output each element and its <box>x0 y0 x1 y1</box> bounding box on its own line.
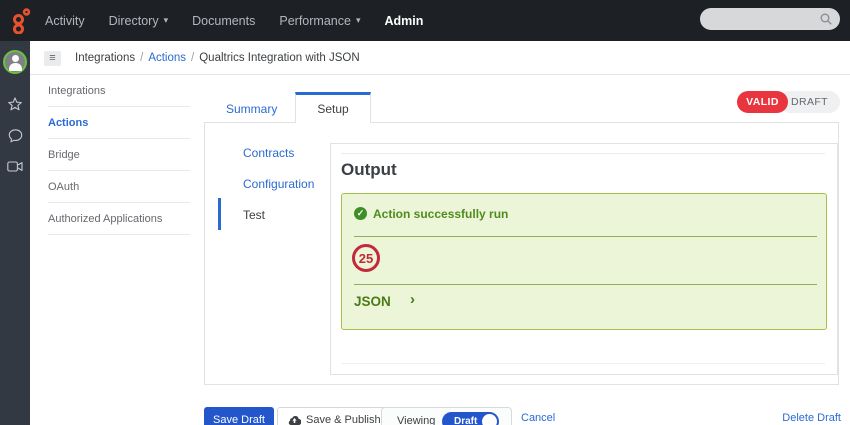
nav-menu: Activity Directory ▾ Documents Performanc… <box>45 0 423 41</box>
left-icon-rail <box>0 41 30 425</box>
result-count-badge: 25 <box>352 244 380 272</box>
search-box[interactable] <box>700 8 840 30</box>
caret-down-icon: ▾ <box>164 16 169 25</box>
save-publish-button[interactable]: Save & Publish <box>277 407 392 425</box>
delete-draft-link[interactable]: Delete Draft <box>782 412 841 424</box>
chevron-right-icon[interactable]: › <box>410 291 415 308</box>
chat-icon[interactable] <box>8 128 23 143</box>
toggle-knob[interactable] <box>482 414 497 425</box>
toggle-state-label: Draft <box>454 416 477 425</box>
setup-tab-configuration[interactable]: Configuration <box>243 177 314 191</box>
breadcrumb-current-page: Qualtrics Integration with JSON <box>199 52 359 64</box>
breadcrumb-integrations[interactable]: Integrations <box>75 52 135 64</box>
valid-status-badge: VALID <box>737 91 788 113</box>
setup-tab-contracts[interactable]: Contracts <box>243 146 294 160</box>
divider <box>341 153 825 154</box>
draft-live-toggle[interactable]: Draft <box>442 412 499 425</box>
viewing-toggle-group: Viewing Draft <box>381 407 512 425</box>
sidebar-item-oauth[interactable]: OAuth <box>30 171 204 203</box>
sidebar-item-actions[interactable]: Actions <box>30 107 204 139</box>
divider <box>354 284 817 285</box>
setup-tab-test[interactable]: Test <box>243 208 265 222</box>
nav-item-documents[interactable]: Documents <box>192 14 255 28</box>
save-publish-label: Save & Publish <box>306 414 381 425</box>
active-tab-indicator <box>218 198 221 230</box>
nav-item-label: Directory <box>109 14 159 28</box>
search-icon <box>819 12 833 26</box>
json-toggle[interactable]: JSON <box>354 294 391 309</box>
test-output-panel: Output ✓ Action successfully run 25 JSON… <box>330 143 838 375</box>
nav-item-activity[interactable]: Activity <box>45 14 85 28</box>
check-icon: ✓ <box>354 207 367 220</box>
cloud-upload-icon <box>288 415 301 425</box>
nav-item-performance[interactable]: Performance ▾ <box>279 14 360 28</box>
viewing-label: Viewing <box>397 415 435 425</box>
top-nav: Activity Directory ▾ Documents Performanc… <box>0 0 850 41</box>
divider <box>354 236 817 237</box>
test-result-box: ✓ Action successfully run 25 JSON › <box>341 193 827 330</box>
user-avatar[interactable] <box>3 50 27 74</box>
tab-setup[interactable]: Setup <box>295 92 371 123</box>
divider <box>341 363 825 364</box>
sidebar-item-bridge[interactable]: Bridge <box>30 139 204 171</box>
sidebar-item-authorized-applications[interactable]: Authorized Applications <box>30 203 204 235</box>
search-input[interactable] <box>710 8 820 30</box>
breadcrumb-actions[interactable]: Actions <box>148 52 186 64</box>
caret-down-icon: ▾ <box>356 16 361 25</box>
success-message: Action successfully run <box>373 207 508 221</box>
video-camera-icon[interactable] <box>7 160 23 173</box>
star-icon[interactable] <box>8 97 22 111</box>
output-heading: Output <box>341 160 397 180</box>
menu-button[interactable]: ≡ <box>44 51 61 66</box>
admin-side-menu: Integrations Actions Bridge OAuth Author… <box>30 75 204 235</box>
breadcrumb-separator: / <box>140 52 143 64</box>
hamburger-icon: ≡ <box>49 52 55 64</box>
breadcrumb: Integrations / Actions / Qualtrics Integ… <box>75 41 360 75</box>
tab-summary[interactable]: Summary <box>226 95 277 122</box>
nav-item-admin[interactable]: Admin <box>384 14 423 28</box>
breadcrumb-bar: ≡ Integrations / Actions / Qualtrics Int… <box>30 41 850 75</box>
nav-item-directory[interactable]: Directory ▾ <box>109 14 169 28</box>
cancel-link[interactable]: Cancel <box>521 412 555 424</box>
save-draft-button[interactable]: Save Draft <box>204 407 274 425</box>
draft-status-badge: DRAFT <box>779 91 840 113</box>
nav-item-label: Performance <box>279 14 351 28</box>
breadcrumb-separator: / <box>191 52 194 64</box>
sidebar-item-integrations[interactable]: Integrations <box>30 75 204 107</box>
brand-logo[interactable] <box>7 6 35 34</box>
